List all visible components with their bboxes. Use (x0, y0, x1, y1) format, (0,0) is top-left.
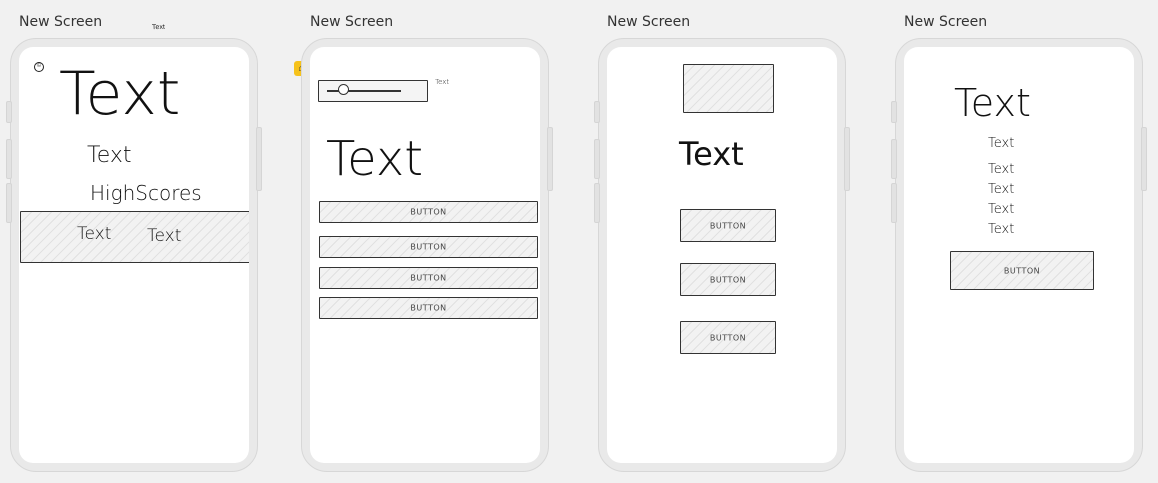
screen-title-2[interactable]: New Screen (310, 14, 393, 30)
highscores-heading: HighScores (90, 181, 202, 205)
menu-button-3[interactable]: BUTTON (680, 321, 776, 354)
list-item: Text (988, 136, 1015, 151)
phone-screen-4: Text Text Text Text Text Text BUTTON (904, 47, 1134, 463)
title-text: Text (326, 131, 424, 187)
button-label: BUTTON (1003, 266, 1041, 275)
phone-frame-2: Text Text BUTTON BUTTON BUTTON BUTTON (301, 38, 553, 472)
phone-volume-button (594, 101, 600, 123)
list-item: Text (988, 202, 1015, 217)
menu-button-3[interactable]: BUTTON (319, 267, 538, 289)
copyright-icon: © (34, 62, 44, 72)
phone-screen-1: © Text Text HighScores Text Text (19, 47, 249, 463)
image-placeholder (683, 64, 774, 113)
screen-title-3[interactable]: New Screen (607, 14, 690, 30)
phone-power-button (547, 127, 553, 191)
phone-volume-button (891, 139, 897, 179)
menu-button-4[interactable]: BUTTON (319, 297, 538, 319)
title-text: Text (59, 59, 181, 129)
button-label: BUTTON (410, 303, 447, 313)
button-label: BUTTON (709, 275, 747, 284)
slider-label: Text (435, 78, 450, 86)
phone-screen-3: Text BUTTON BUTTON BUTTON (607, 47, 837, 463)
list-item: Text (988, 182, 1015, 197)
phone-frame-1: © Text Text HighScores Text Text (6, 38, 262, 472)
phone-volume-button (891, 183, 897, 223)
button-label: BUTTON (709, 333, 747, 342)
button-label: BUTTON (410, 207, 447, 217)
phone-volume-button (594, 139, 600, 179)
phone-power-button (256, 127, 262, 191)
title-text: Text (954, 81, 1031, 125)
screen-title-1[interactable]: New Screen (19, 14, 102, 30)
table-cell: Text (147, 226, 182, 246)
screen-title-4[interactable]: New Screen (904, 14, 987, 30)
phone-power-button (844, 127, 850, 191)
menu-button-2[interactable]: BUTTON (319, 236, 538, 258)
phone-volume-button (6, 183, 12, 223)
phone-volume-button (6, 139, 12, 179)
menu-button-1[interactable]: BUTTON (319, 201, 538, 223)
phone-volume-button (891, 101, 897, 123)
list-item: Text (988, 162, 1015, 177)
phone-frame-3: Text BUTTON BUTTON BUTTON (594, 38, 850, 472)
menu-button-1[interactable]: BUTTON (680, 209, 776, 242)
table-cell: Text (77, 224, 112, 244)
phone-power-button (1141, 127, 1147, 191)
phone-volume-button (594, 183, 600, 223)
menu-button-2[interactable]: BUTTON (680, 263, 776, 296)
subtitle-text: Text (87, 143, 132, 168)
phone-volume-button (6, 101, 12, 123)
slider-box[interactable] (318, 80, 428, 102)
phone-frame-4: Text Text Text Text Text Text BUTTON (891, 38, 1147, 472)
slider-thumb[interactable] (338, 84, 349, 95)
highscores-table: Text Text (20, 211, 249, 263)
button-label: BUTTON (410, 273, 447, 283)
button-label: BUTTON (410, 242, 447, 252)
title-text: Text (679, 135, 744, 173)
action-button[interactable]: BUTTON (950, 251, 1094, 290)
floating-text-label[interactable]: Text (152, 24, 165, 31)
phone-screen-2: Text Text BUTTON BUTTON BUTTON BUTTON (310, 47, 540, 463)
button-label: BUTTON (709, 221, 747, 230)
list-item: Text (988, 222, 1015, 237)
